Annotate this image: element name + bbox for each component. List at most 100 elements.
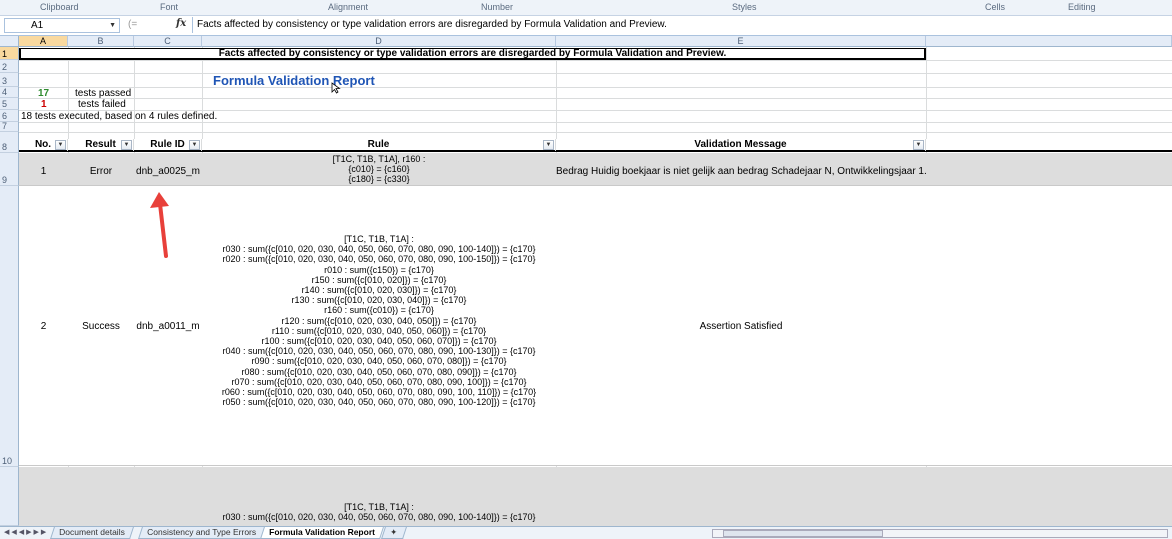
gridline bbox=[19, 132, 1172, 133]
ribbon-group-font: Font bbox=[160, 2, 179, 12]
annotation-arrow-icon bbox=[150, 192, 169, 258]
rule-line: r120 : sum({c[010, 020, 030, 040, 050]})… bbox=[281, 315, 477, 326]
rule-line: r030 : sum({c[010, 020, 030, 040, 050, 0… bbox=[222, 512, 536, 523]
rule-line: r160 : sum({c010}) = {c170} bbox=[324, 305, 434, 316]
rule-line: r080 : sum({c[010, 020, 030, 040, 050, 0… bbox=[241, 366, 517, 377]
table-row[interactable]: [T1C, T1B, T1A] : r030 : sum({c[010, 020… bbox=[19, 467, 1172, 526]
filter-dropdown-icon[interactable]: ▼ bbox=[121, 140, 132, 150]
row-header-2[interactable]: 2 bbox=[0, 60, 19, 73]
insert-sheet-icon[interactable]: ✦ bbox=[381, 527, 407, 539]
header-message[interactable]: Validation Message ▼ bbox=[556, 139, 926, 151]
cursor-icon bbox=[331, 82, 341, 94]
header-rule-id[interactable]: Rule ID ▼ bbox=[134, 139, 202, 151]
column-header-c[interactable]: C bbox=[134, 36, 202, 47]
row-header-11[interactable] bbox=[0, 467, 19, 526]
tab-label: Formula Validation Report bbox=[269, 527, 375, 537]
column-header-f[interactable] bbox=[926, 36, 1172, 47]
header-rule[interactable]: Rule ▼ bbox=[202, 139, 556, 151]
tab-formula-validation-report[interactable]: Formula Validation Report bbox=[260, 527, 384, 539]
chevron-down-icon[interactable]: ▼ bbox=[109, 19, 116, 32]
filter-dropdown-icon[interactable]: ▼ bbox=[189, 140, 200, 150]
cell-rule-id[interactable]: dnb_a0011_m bbox=[134, 321, 202, 332]
rule-line: r040 : sum({c[010, 020, 030, 040, 050, 0… bbox=[222, 346, 536, 357]
row-header-8[interactable]: 8 bbox=[0, 132, 19, 153]
rule-line: [T1C, T1B, T1A] : bbox=[344, 234, 414, 244]
rule-line: {c010} = {c160} bbox=[348, 164, 410, 175]
header-message-label: Validation Message bbox=[694, 139, 787, 150]
failed-count[interactable]: 1 bbox=[41, 99, 47, 110]
tab-document-details[interactable]: Document details bbox=[50, 527, 134, 539]
cell-no[interactable]: 2 bbox=[19, 321, 68, 332]
ribbon-group-clipboard: Clipboard bbox=[40, 2, 79, 12]
column-header-e[interactable]: E bbox=[556, 36, 926, 47]
name-box-value: A1 bbox=[31, 20, 44, 31]
header-no[interactable]: No. ▼ bbox=[19, 139, 68, 151]
banner-cell[interactable]: Facts affected by consistency or type va… bbox=[19, 48, 926, 60]
gridline bbox=[19, 60, 1172, 61]
tab-label: Document details bbox=[59, 527, 125, 537]
ribbon-group-styles: Styles bbox=[732, 2, 757, 12]
table-row[interactable]: 1 Error dnb_a0025_m [T1C, T1B, T1A], r16… bbox=[19, 153, 1172, 186]
row-header-5[interactable]: 5 bbox=[0, 98, 19, 110]
header-result[interactable]: Result ▼ bbox=[68, 139, 134, 151]
ribbon-group-number: Number bbox=[481, 2, 514, 12]
formula-bar: A1 ▼ (= fx Facts affected by consistency… bbox=[0, 16, 1172, 36]
tab-label: Consistency and Type Errors bbox=[147, 527, 257, 537]
cell-message[interactable]: Bedrag Huidig boekjaar is niet gelijk aa… bbox=[556, 166, 927, 177]
filter-dropdown-icon[interactable]: ▼ bbox=[543, 140, 554, 150]
rule-line: [T1C, T1B, T1A], r160 : bbox=[332, 154, 426, 164]
cell-result[interactable]: Success bbox=[68, 321, 134, 332]
name-box[interactable]: A1 ▼ bbox=[4, 18, 120, 33]
column-header-a[interactable]: A bbox=[19, 36, 68, 47]
summary-text[interactable]: 18 tests executed, based on 4 rules defi… bbox=[21, 111, 217, 122]
header-rule-id-label: Rule ID bbox=[150, 139, 185, 150]
formula-bar-divider-icon: (= bbox=[128, 19, 138, 30]
row-header-3[interactable]: 3 bbox=[0, 73, 19, 87]
rule-line: r010 : sum({c150}) = {c170} bbox=[324, 264, 434, 275]
cell-rule[interactable]: [T1C, T1B, T1A], r160 : {c010} = {c160} … bbox=[202, 154, 556, 185]
ribbon-group-alignment: Alignment bbox=[328, 2, 369, 12]
rule-line: r150 : sum({c[010, 020]}) = {c170} bbox=[311, 274, 447, 285]
column-header-d[interactable]: D bbox=[202, 36, 556, 47]
cell-result[interactable]: Error bbox=[68, 166, 134, 177]
row-header-4[interactable]: 4 bbox=[0, 87, 19, 98]
row-header-7[interactable]: 7 bbox=[0, 121, 19, 132]
passed-label[interactable]: tests passed bbox=[75, 88, 131, 99]
row-header-10[interactable]: 10 bbox=[0, 186, 19, 467]
gridline bbox=[19, 98, 1172, 99]
formula-input[interactable]: Facts affected by consistency or type va… bbox=[192, 17, 1168, 33]
filter-dropdown-icon[interactable]: ▼ bbox=[913, 140, 924, 150]
failed-label[interactable]: tests failed bbox=[78, 99, 126, 110]
row-header-1[interactable]: 1 bbox=[0, 47, 19, 60]
column-header-b[interactable]: B bbox=[68, 36, 134, 47]
gridline bbox=[19, 122, 1172, 123]
rule-line: r100 : sum({c[010, 020, 030, 040, 050, 0… bbox=[261, 336, 497, 347]
report-title[interactable]: Formula Validation Report bbox=[213, 73, 375, 88]
rule-line: r110 : sum({c[010, 020, 030, 040, 050, 0… bbox=[271, 325, 487, 336]
worksheet-grid[interactable]: A B C D E 1 2 3 4 5 6 7 8 9 10 Facts aff… bbox=[0, 36, 1172, 526]
horizontal-scrollbar[interactable] bbox=[712, 529, 1168, 538]
scrollbar-thumb[interactable] bbox=[723, 530, 883, 537]
cell-rule-id[interactable]: dnb_a0025_m bbox=[134, 166, 202, 177]
table-header-row: No. ▼ Result ▼ Rule ID ▼ Rule ▼ Validati… bbox=[19, 139, 1172, 152]
cell-message[interactable]: Assertion Satisfied bbox=[556, 321, 926, 332]
row-header-9[interactable]: 9 bbox=[0, 153, 19, 186]
table-row[interactable]: 2 Success dnb_a0011_m [T1C, T1B, T1A] : … bbox=[19, 186, 1172, 466]
header-result-label: Result bbox=[85, 139, 116, 150]
cell-rule[interactable]: [T1C, T1B, T1A] : r030 : sum({c[010, 020… bbox=[202, 502, 556, 522]
filter-dropdown-icon[interactable]: ▼ bbox=[55, 140, 66, 150]
ribbon-group-labels: Clipboard Font Alignment Number Styles C… bbox=[0, 0, 1172, 16]
rule-line: r060 : sum({c[010, 020, 030, 040, 050, 0… bbox=[221, 387, 537, 398]
gridline bbox=[19, 87, 1172, 88]
sheet-tab-bar: ◀◀◀▶▶▶ Document details Consistency and … bbox=[0, 526, 1172, 539]
rule-line: r090 : sum({c[010, 020, 030, 040, 050, 0… bbox=[251, 356, 507, 367]
cell-no[interactable]: 1 bbox=[19, 166, 68, 177]
tab-consistency-type-errors[interactable]: Consistency and Type Errors bbox=[138, 527, 265, 539]
sheet-nav-arrows-icon[interactable]: ◀◀◀▶▶▶ bbox=[4, 528, 48, 536]
ribbon-group-editing: Editing bbox=[1068, 2, 1096, 12]
cell-rule[interactable]: [T1C, T1B, T1A] : r030 : sum({c[010, 020… bbox=[202, 234, 556, 407]
passed-count[interactable]: 17 bbox=[38, 88, 49, 99]
rule-line: r070 : sum({c[010, 020, 030, 040, 050, 0… bbox=[231, 376, 527, 387]
select-all-corner[interactable] bbox=[0, 36, 19, 47]
insert-function-icon[interactable]: fx bbox=[176, 18, 186, 29]
